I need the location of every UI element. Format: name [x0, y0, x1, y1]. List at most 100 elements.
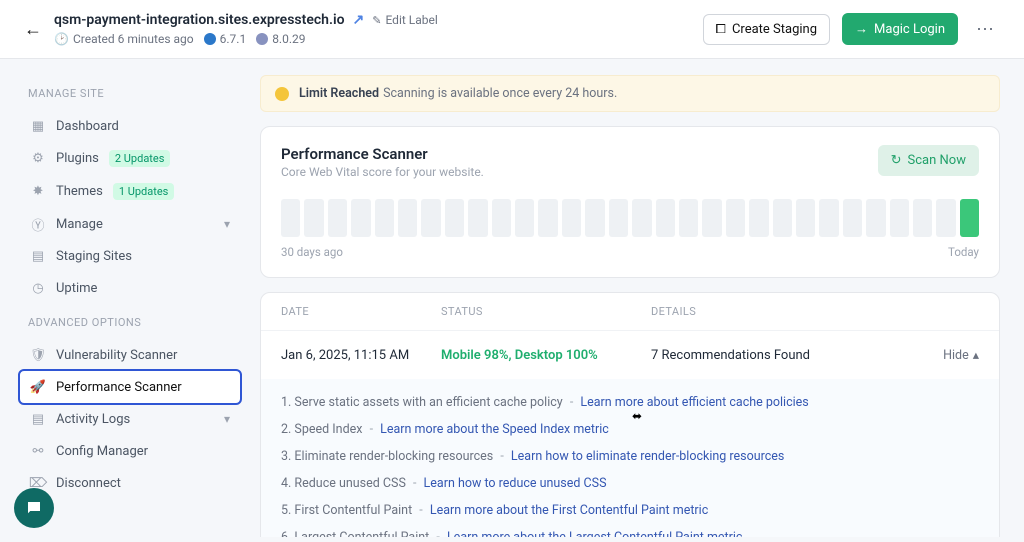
day-bar[interactable]	[679, 199, 698, 237]
limit-reached-alert: Limit ReachedScanning is available once …	[260, 75, 1000, 112]
day-bar[interactable]	[609, 199, 628, 237]
more-menu-button[interactable]: ⋯	[970, 15, 1000, 44]
edit-label-button[interactable]: ✎ Edit Label	[372, 13, 438, 27]
wordpress-icon	[204, 33, 216, 45]
themes-update-badge: 1 Updates	[113, 183, 175, 200]
day-bar[interactable]	[796, 199, 815, 237]
php-version: 8.0.29	[272, 32, 305, 46]
palette-icon: ✸	[30, 184, 46, 200]
sidebar-item-uptime[interactable]: ◷ Uptime	[20, 272, 240, 304]
chat-widget-button[interactable]	[14, 488, 54, 528]
uptime-icon: ◷	[30, 280, 46, 296]
sidebar-item-dashboard[interactable]: ▦ Dashboard	[20, 110, 240, 142]
mouse-cursor-icon: ⬌	[632, 409, 642, 423]
sidebar-item-disconnect[interactable]: ⌦ Disconnect	[20, 467, 240, 499]
day-bar[interactable]	[773, 199, 792, 237]
main-content: Limit ReachedScanning is available once …	[250, 59, 1024, 537]
day-bar[interactable]	[328, 199, 347, 237]
plugins-update-badge: 2 Updates	[109, 150, 171, 167]
rocket-icon: 🚀	[30, 379, 46, 395]
recommendation-item: 6. Largest Contentful Paint - Learn more…	[281, 524, 979, 537]
day-bar[interactable]	[632, 199, 651, 237]
day-bar[interactable]	[304, 199, 323, 237]
panel-title: Performance Scanner	[281, 145, 878, 163]
day-bar[interactable]	[702, 199, 721, 237]
site-url: qsm-payment-integration.sites.expresstec…	[54, 12, 345, 28]
scan-date: Jan 6, 2025, 11:15 AM	[281, 348, 441, 363]
day-bar[interactable]	[749, 199, 768, 237]
day-bar[interactable]	[281, 199, 300, 237]
day-bar[interactable]	[960, 199, 979, 237]
created-time: Created 6 minutes ago	[73, 32, 194, 46]
sidebar-item-vulnerability-scanner[interactable]: 🛡 Vulnerability Scanner	[20, 339, 240, 371]
day-bar[interactable]	[866, 199, 885, 237]
day-bar[interactable]	[726, 199, 745, 237]
recommendation-learn-more-link[interactable]: Learn more about the Speed Index metric	[380, 422, 609, 437]
recommendations-list: 1. Serve static assets with an efficient…	[261, 379, 999, 537]
performance-scanner-panel: Performance Scanner Core Web Vital score…	[260, 126, 1000, 278]
back-arrow-icon[interactable]: ←	[24, 19, 42, 40]
day-bar[interactable]	[445, 199, 464, 237]
recommendations-count: 7 Recommendations Found	[651, 348, 810, 363]
day-bar[interactable]	[890, 199, 909, 237]
thirty-day-bar-chart	[281, 197, 979, 237]
wordpress-manage-icon: Ⓨ	[30, 216, 46, 232]
scan-status: Mobile 98%, Desktop 100%	[441, 348, 651, 363]
arrow-right-icon: →	[855, 21, 868, 37]
list-icon: ▤	[30, 411, 46, 427]
recommendation-learn-more-link[interactable]: Learn how to reduce unused CSS	[424, 476, 607, 491]
day-bar[interactable]	[375, 199, 394, 237]
create-staging-button[interactable]: ⧠ Create Staging	[703, 14, 830, 45]
scan-now-button[interactable]: ↻ Scan Now	[878, 145, 979, 176]
recommendation-item: 2. Speed Index - Learn more about the Sp…	[281, 416, 979, 443]
sidebar-item-performance-scanner[interactable]: 🚀 Performance Scanner	[20, 371, 240, 403]
clock-icon: 🕑	[54, 32, 69, 46]
column-header-details: DETAILS	[651, 305, 979, 318]
sidebar-item-themes[interactable]: ✸ Themes 1 Updates	[20, 175, 240, 208]
day-bar[interactable]	[843, 199, 862, 237]
recommendation-item: 4. Reduce unused CSS - Learn how to redu…	[281, 470, 979, 497]
wp-version: 6.7.1	[220, 32, 247, 46]
sidebar-item-config-manager[interactable]: ⚯ Config Manager	[20, 435, 240, 467]
day-bar[interactable]	[515, 199, 534, 237]
sidebar-section-advanced: ADVANCED OPTIONS	[28, 316, 240, 329]
chat-icon	[25, 499, 43, 517]
day-bar[interactable]	[913, 199, 932, 237]
day-bar[interactable]	[398, 199, 417, 237]
recommendation-learn-more-link[interactable]: Learn more about the First Contentful Pa…	[430, 503, 708, 518]
day-bar[interactable]	[538, 199, 557, 237]
scan-result-row: Jan 6, 2025, 11:15 AM Mobile 98%, Deskto…	[261, 330, 999, 379]
sidebar-item-activity-logs[interactable]: ▤ Activity Logs ▾	[20, 403, 240, 435]
recommendation-item: 1. Serve static assets with an efficient…	[281, 389, 979, 416]
pencil-icon: ✎	[372, 14, 381, 27]
recommendation-item: 3. Eliminate render-blocking resources -…	[281, 443, 979, 470]
day-bar[interactable]	[468, 199, 487, 237]
recommendation-learn-more-link[interactable]: Learn more about efficient cache policie…	[580, 395, 808, 410]
cube-icon: ⧠	[716, 22, 726, 37]
day-bar[interactable]	[492, 199, 511, 237]
hide-toggle[interactable]: Hide ▴	[943, 347, 979, 363]
day-bar[interactable]	[562, 199, 581, 237]
day-bar[interactable]	[936, 199, 955, 237]
range-start-label: 30 days ago	[281, 245, 343, 259]
sidebar-item-staging[interactable]: ▤ Staging Sites	[20, 240, 240, 272]
sidebar-item-manage[interactable]: Ⓨ Manage ▾	[20, 208, 240, 240]
plug-icon: ⚙	[30, 151, 46, 167]
range-end-label: Today	[948, 245, 979, 259]
column-header-date: DATE	[281, 305, 441, 318]
day-bar[interactable]	[656, 199, 675, 237]
sidebar-section-manage: MANAGE SITE	[28, 87, 240, 100]
day-bar[interactable]	[819, 199, 838, 237]
day-bar[interactable]	[421, 199, 440, 237]
refresh-icon: ↻	[891, 153, 902, 168]
sliders-icon: ⚯	[30, 443, 46, 459]
magic-login-button[interactable]: → Magic Login	[842, 13, 958, 45]
day-bar[interactable]	[351, 199, 370, 237]
chevron-down-icon: ▾	[224, 412, 230, 426]
recommendation-learn-more-link[interactable]: Learn more about the Largest Contentful …	[447, 530, 743, 537]
sidebar-item-plugins[interactable]: ⚙ Plugins 2 Updates	[20, 142, 240, 175]
day-bar[interactable]	[585, 199, 604, 237]
recommendation-item: 5. First Contentful Paint - Learn more a…	[281, 497, 979, 524]
external-link-icon[interactable]: ↗	[353, 12, 365, 28]
recommendation-learn-more-link[interactable]: Learn how to eliminate render-blocking r…	[511, 449, 784, 464]
